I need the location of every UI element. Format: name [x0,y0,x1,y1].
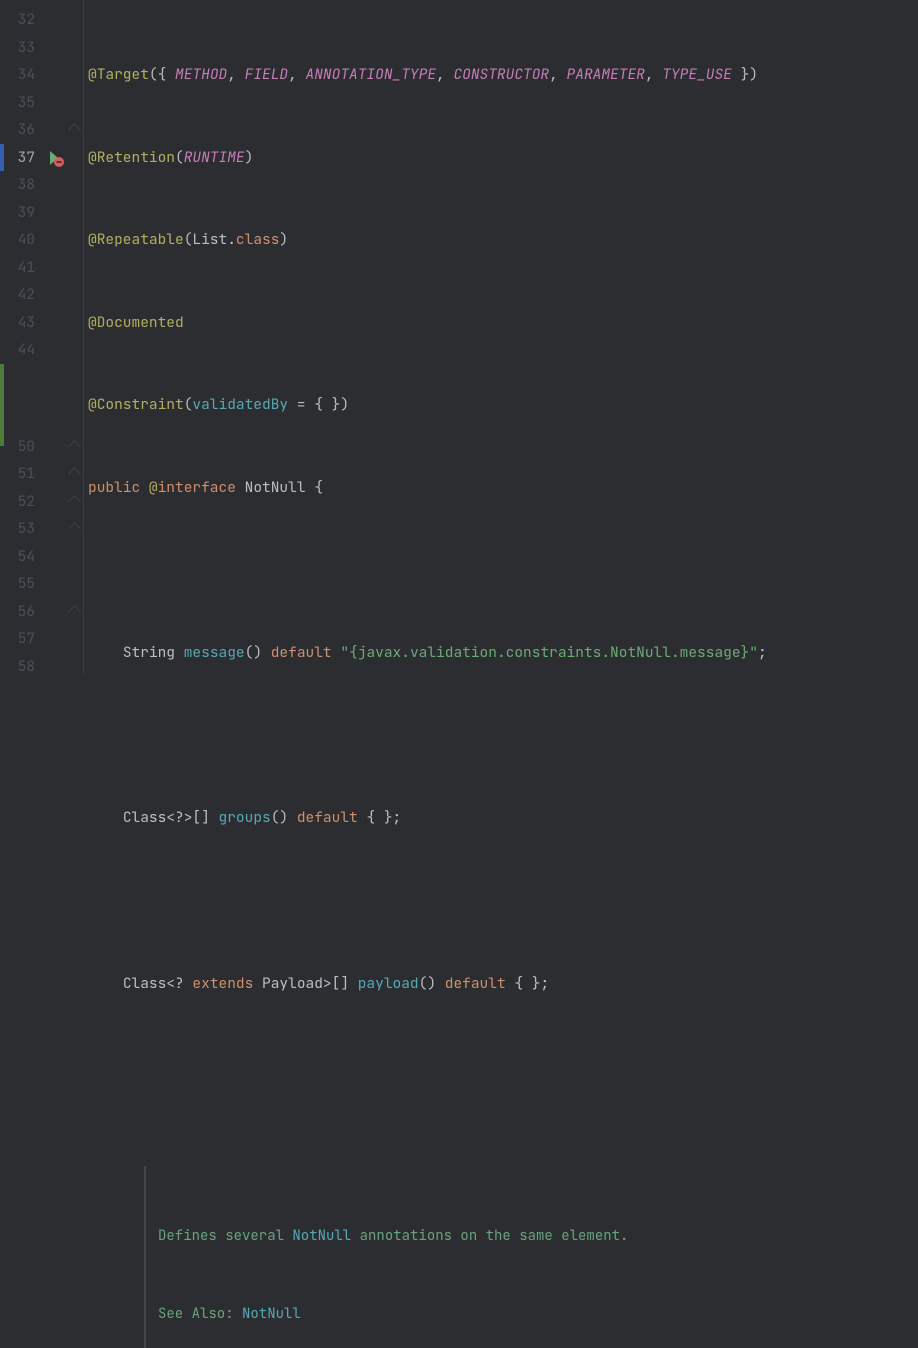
code-line[interactable]: public @interface NotNull { [88,474,793,502]
line-number[interactable]: 35 [0,89,35,117]
line-number[interactable]: 55 [0,570,35,598]
line-number-gutter[interactable]: 32 33 34 35 36 37 38 39 40 41 42 43 44 5… [0,0,45,674]
fold-toggle-icon[interactable] [68,495,81,508]
rendered-javadoc[interactable]: Defines several NotNull annotations on t… [144,1166,793,1348]
line-number[interactable]: 32 [0,6,35,34]
code-line[interactable]: @Documented [88,309,793,337]
line-number[interactable]: 38 [0,171,35,199]
fold-toggle-icon[interactable] [68,123,81,136]
line-number[interactable]: 52 [0,488,35,516]
code-line[interactable]: Class<?>[] groups() default { }; [88,804,793,832]
line-number[interactable]: 36 [0,116,35,144]
line-number[interactable]: 43 [0,309,35,337]
code-line[interactable] [88,887,793,915]
run-gutter-icon[interactable] [45,148,65,168]
code-line[interactable]: @Repeatable(List.class) [88,226,793,254]
doc-link[interactable]: NotNull [242,1305,301,1323]
line-number[interactable]: 34 [0,61,35,89]
code-line[interactable] [88,557,793,585]
fold-toggle-icon[interactable] [68,522,81,535]
line-number[interactable]: 39 [0,199,35,227]
line-number[interactable]: 40 [0,226,35,254]
change-marker-modified [0,144,4,172]
gutter-icons [45,0,83,674]
code-line[interactable]: @Constraint(validatedBy = { }) [88,391,793,419]
line-number[interactable]: 50 [0,433,35,461]
line-number[interactable]: 51 [0,460,35,488]
doc-text: annotations on the same element. [351,1227,628,1245]
code-line[interactable] [88,722,793,750]
code-line[interactable] [88,1052,793,1080]
line-number[interactable]: 44 [0,336,35,364]
line-number[interactable]: 58 [0,653,35,681]
fold-toggle-icon[interactable] [68,440,81,453]
code-area[interactable]: @Target({ METHOD, FIELD, ANNOTATION_TYPE… [84,0,793,674]
line-number[interactable]: 33 [0,34,35,62]
line-number[interactable]: 54 [0,543,35,571]
line-number[interactable]: 42 [0,281,35,309]
line-number[interactable]: 41 [0,254,35,282]
code-line[interactable]: Class<? extends Payload>[] payload() def… [88,970,793,998]
code-editor[interactable]: 32 33 34 35 36 37 38 39 40 41 42 43 44 5… [0,0,918,674]
doc-text: See Also: [158,1305,242,1323]
fold-toggle-icon[interactable] [68,605,81,618]
line-number[interactable]: 53 [0,515,35,543]
code-line[interactable]: String message() default "{javax.validat… [88,639,793,667]
line-number[interactable]: 57 [0,625,35,653]
code-line[interactable]: @Target({ METHOD, FIELD, ANNOTATION_TYPE… [88,61,793,89]
code-line[interactable]: @Retention(RUNTIME) [88,144,793,172]
doc-text: Defines several [158,1227,292,1245]
change-marker-added [0,364,4,447]
line-number[interactable]: 37 [0,144,35,172]
line-number[interactable]: 56 [0,598,35,626]
fold-toggle-icon[interactable] [68,467,81,480]
doc-link[interactable]: NotNull [292,1227,351,1245]
